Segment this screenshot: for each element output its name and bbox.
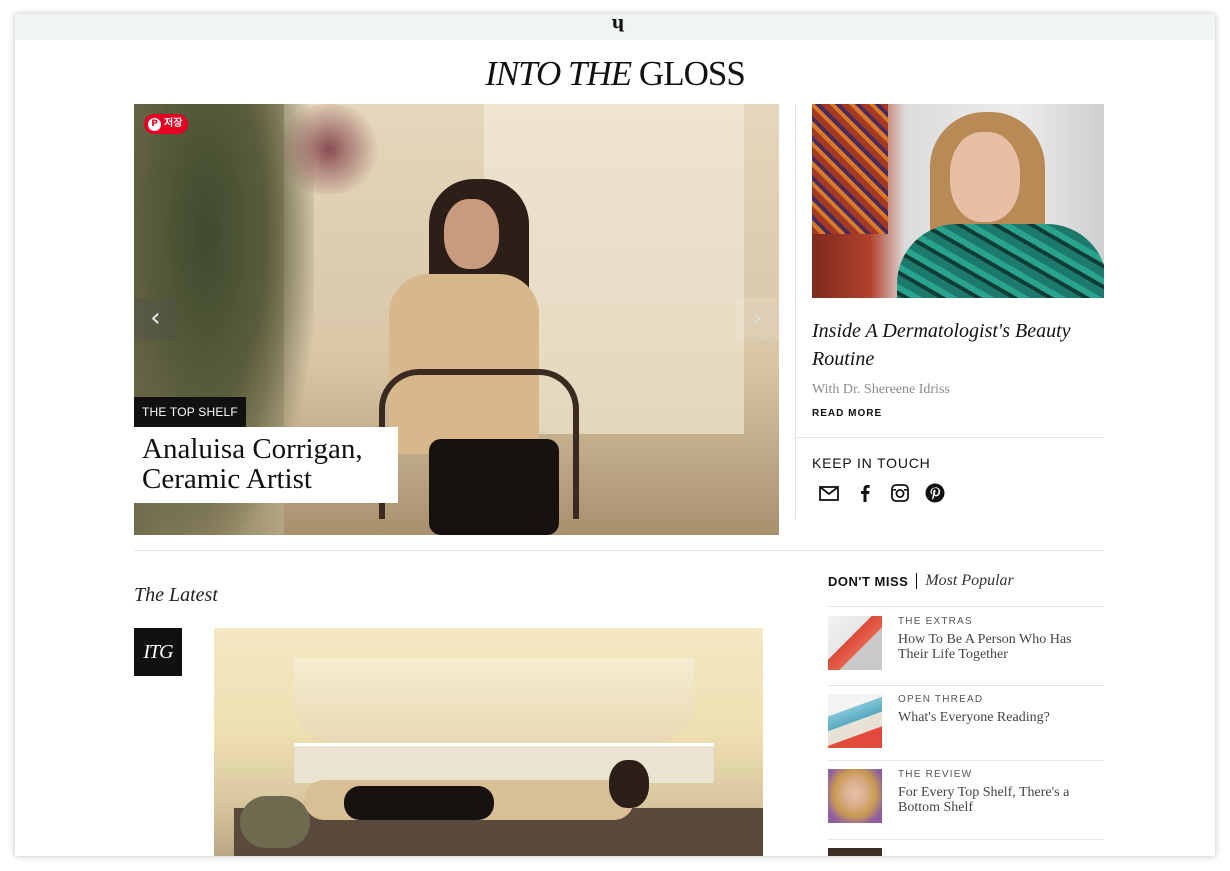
feature-image-painting [812, 104, 888, 234]
mail-icon[interactable] [817, 481, 841, 505]
carousel-next-button[interactable]: › [736, 298, 779, 341]
keep-in-touch-title: KEEP IN TOUCH [812, 455, 931, 471]
tab-most-popular[interactable]: Most Popular [925, 572, 1013, 590]
hero-face [444, 199, 499, 269]
feature-face [950, 132, 1020, 222]
latest-heading: The Latest [134, 584, 218, 606]
hero-title-line1: Analuisa Corrigan, [142, 433, 363, 465]
feature-image[interactable] [812, 104, 1104, 298]
section-divider [134, 550, 1104, 551]
tab-dont-miss[interactable]: DON'T MISS [828, 574, 908, 589]
hero-category-tag[interactable]: THE TOP SHELF [134, 397, 246, 427]
site-logo[interactable]: INTO THE GLOSS [15, 54, 1215, 94]
item-thumbnail [828, 616, 882, 670]
list-divider [828, 760, 1104, 761]
item-category: THE EXTRAS [898, 616, 973, 627]
latest-blind [294, 658, 694, 743]
item-thumbnail [828, 694, 882, 748]
site-mark-icon[interactable]: ɥ [608, 14, 628, 34]
item-thumbnail[interactable] [828, 848, 882, 856]
latest-cushion [240, 796, 310, 848]
list-item[interactable]: THE EXTRAS How To Be A Person Who Has Th… [828, 616, 1104, 676]
feature-title[interactable]: Inside A Dermatologist's Beauty Routine [812, 317, 1104, 373]
column-divider [795, 104, 796, 519]
latest-figure-legs [344, 786, 494, 820]
carousel-prev-button[interactable]: ‹ [134, 298, 177, 341]
browser-viewport: ɥ INTO THE GLOSS P 저장 ‹ › THE TOP SHELF … [15, 14, 1215, 856]
list-item[interactable]: THE REVIEW For Every Top Shelf, There's … [828, 769, 1104, 829]
hero-title-line2: Ceramic Artist [142, 463, 312, 495]
item-title[interactable]: How To Be A Person Who Has Their Life To… [898, 632, 1098, 662]
dont-miss-tabs: DON'T MISS Most Popular [828, 572, 1014, 590]
latest-window [294, 743, 714, 783]
item-thumbnail [828, 769, 882, 823]
hero-title[interactable]: Analuisa Corrigan, Ceramic Artist [134, 427, 398, 503]
hero-image-flower [274, 104, 384, 194]
instagram-icon[interactable] [888, 481, 912, 505]
item-category: THE REVIEW [898, 769, 973, 780]
side-divider [796, 437, 1104, 438]
logo-plain-part: GLOSS [638, 54, 746, 93]
facebook-icon[interactable] [853, 481, 877, 505]
hero-image-chair [379, 369, 579, 519]
pinterest-icon: P [148, 117, 161, 131]
feature-jacket [897, 224, 1104, 298]
list-item[interactable]: OPEN THREAD What's Everyone Reading? [828, 694, 1104, 754]
feature-subtitle: With Dr. Shereene Idriss [812, 382, 950, 397]
list-divider [828, 685, 1104, 686]
item-title[interactable]: For Every Top Shelf, There's a Bottom Sh… [898, 785, 1098, 815]
top-bar: ɥ [15, 14, 1215, 40]
logo-italic-part: INTO THE [485, 54, 632, 93]
latest-figure-head [609, 760, 649, 808]
list-divider [828, 839, 1104, 840]
itg-badge: ITG [134, 628, 182, 676]
hero-carousel[interactable]: P 저장 ‹ › THE TOP SHELF Analuisa Corrigan… [134, 104, 779, 535]
read-more-link[interactable]: READ MORE [812, 408, 882, 419]
list-divider [828, 606, 1104, 607]
latest-article-image[interactable] [214, 628, 763, 856]
pin-label: 저장 [164, 118, 183, 129]
tab-separator [916, 573, 918, 589]
pinterest-save-button[interactable]: P 저장 [144, 114, 189, 134]
item-category: OPEN THREAD [898, 694, 984, 705]
pinterest-icon[interactable] [923, 481, 947, 505]
item-title[interactable]: What's Everyone Reading? [898, 710, 1098, 725]
